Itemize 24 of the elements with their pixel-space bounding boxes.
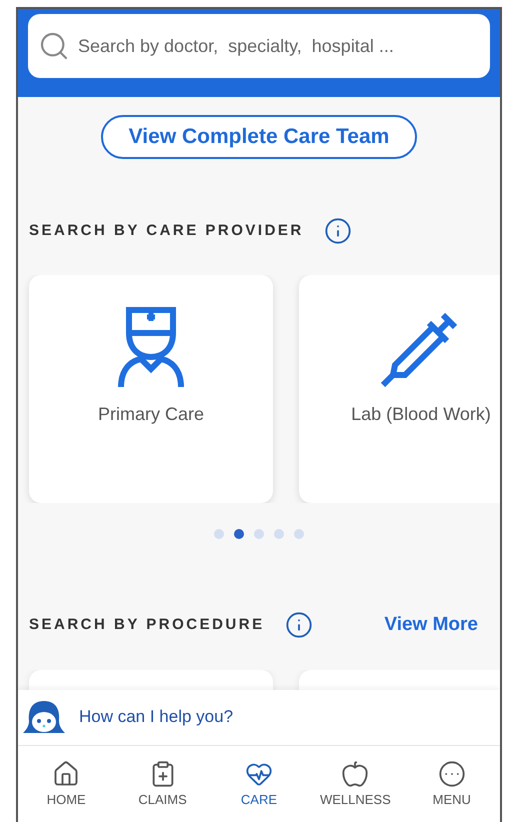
nav-tab[interactable]: CLAIMS (118, 760, 208, 809)
card-label: Primary Care (98, 403, 204, 426)
apple-icon (341, 760, 370, 788)
nurse-icon (117, 307, 185, 387)
nav-tab[interactable]: WELLNESS (310, 760, 400, 809)
search-field[interactable]: Search by doctor, specialty, hospital ... (28, 14, 490, 78)
view-more-link[interactable]: View More (384, 611, 478, 640)
home-icon (52, 760, 80, 788)
nav-tab[interactable]: MENU (406, 760, 497, 809)
info-icon[interactable] (284, 611, 313, 640)
section-title: SEARCH BY CARE PROVIDER (29, 220, 304, 241)
mascot-icon (23, 699, 65, 735)
section-title: SEARCH BY PROCEDURE (29, 615, 265, 635)
nav-tab[interactable]: CARE (214, 760, 304, 809)
care-team-button[interactable]: View Complete Care Team (100, 115, 418, 159)
search-icon (38, 30, 70, 62)
nav-tab[interactable]: HOME (21, 760, 112, 809)
info-icon[interactable] (324, 217, 352, 245)
provider-card[interactable]: Primary Care (29, 275, 273, 503)
provider-card[interactable]: Lab (Blood Work) (299, 275, 500, 503)
assistant-prompt: How can I help you? (79, 706, 234, 728)
assistant-bar[interactable]: How can I help you? (18, 690, 500, 744)
card-label: Lab (Blood Work) (351, 403, 491, 426)
more-icon (438, 760, 466, 788)
